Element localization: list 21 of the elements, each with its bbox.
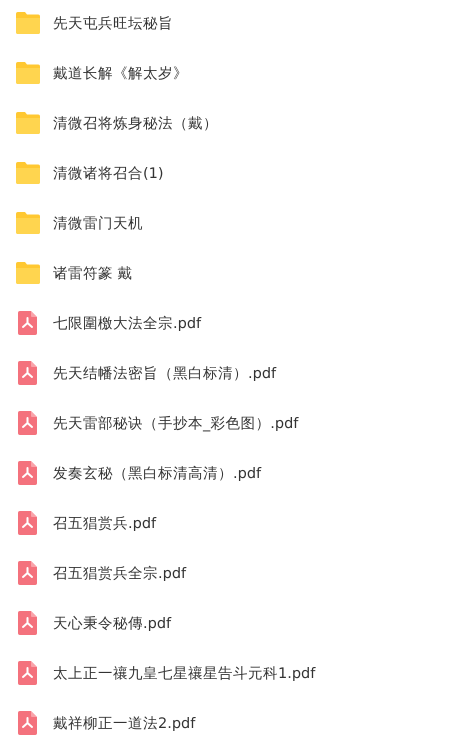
file-name[interactable]: 清微雷门天机 — [53, 214, 143, 232]
file-name[interactable]: 先天屯兵旺坛秘旨 — [53, 14, 173, 32]
file-name[interactable]: 发奏玄秘（黑白标清高清）.pdf — [53, 464, 262, 482]
file-name[interactable]: 七限圍檄大法全宗.pdf — [53, 314, 202, 332]
file-name[interactable]: 清微召将炼身秘法（戴） — [53, 114, 218, 132]
file-name[interactable]: 先天雷部秘诀（手抄本_彩色图）.pdf — [53, 414, 298, 432]
file-name[interactable]: 天心秉令秘傳.pdf — [53, 614, 172, 632]
file-name[interactable]: 清微诸将召合(1) — [53, 164, 164, 182]
folder-icon — [15, 61, 41, 85]
file-name[interactable]: 召五猖赏兵全宗.pdf — [53, 564, 186, 582]
file-name[interactable]: 召五猖赏兵.pdf — [53, 514, 156, 532]
folder-icon — [15, 111, 41, 135]
file-name[interactable]: 诸雷符篆 戴 — [53, 264, 133, 282]
folder-icon — [15, 261, 41, 285]
folder-icon — [15, 211, 41, 235]
folder-icon — [15, 161, 41, 185]
file-name[interactable]: 戴祥柳正一道法2.pdf — [53, 714, 196, 732]
file-name[interactable]: 戴道长解《解太岁》 — [53, 64, 188, 82]
folder-icon — [15, 11, 41, 35]
file-name[interactable]: 先天结幡法密旨（黑白标清）.pdf — [53, 364, 276, 382]
file-name[interactable]: 太上正一禳九皇七星禳星告斗元科1.pdf — [53, 664, 316, 682]
